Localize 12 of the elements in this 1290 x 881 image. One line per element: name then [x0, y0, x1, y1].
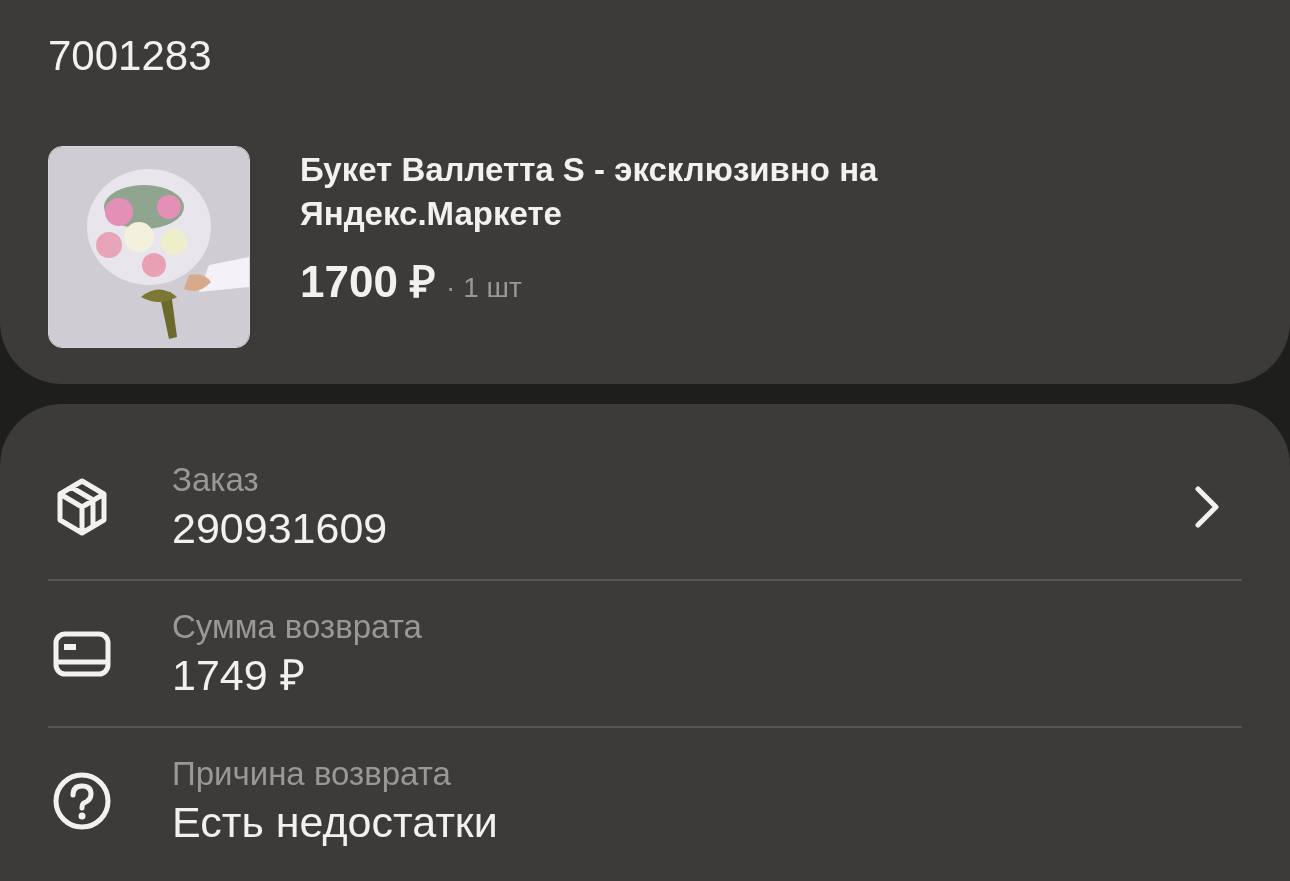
detail-value: Есть недостатки	[172, 796, 499, 848]
chevron-right-icon[interactable]	[1192, 484, 1222, 529]
product-quantity: · 1 шт	[446, 272, 522, 304]
help-icon	[52, 770, 112, 831]
return-code: 7001283	[48, 31, 213, 81]
detail-label: Сумма возврата	[172, 606, 423, 647]
detail-value: 1749 ₽	[172, 649, 306, 701]
product-title[interactable]: Букет Валлетта S - эксклюзивно на Яндекс.Маркете	[300, 148, 960, 236]
detail-value: 290931609	[172, 502, 389, 554]
detail-label: Причина возврата	[172, 753, 452, 794]
product-price: 1700 ₽	[300, 256, 437, 308]
detail-label: Заказ	[172, 459, 260, 500]
